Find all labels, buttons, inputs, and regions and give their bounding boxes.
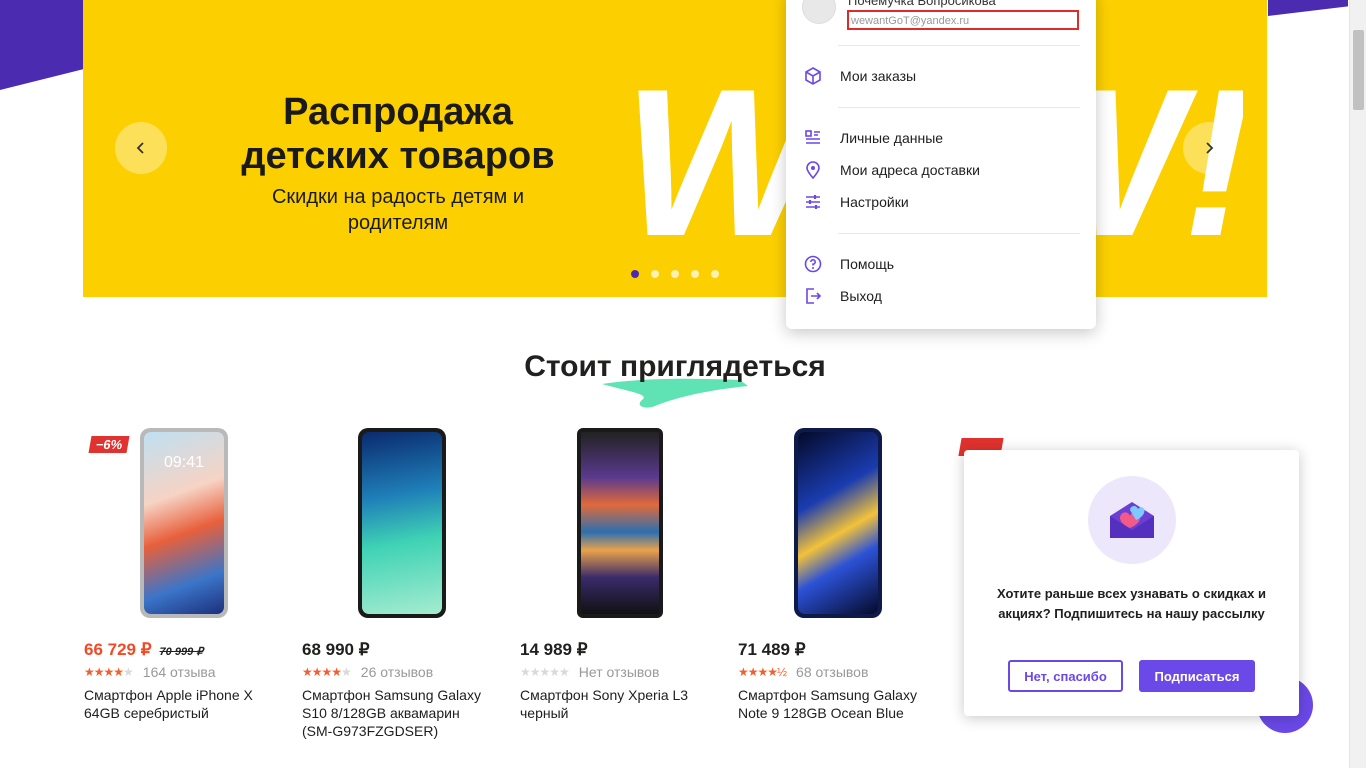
banner-dot[interactable] (711, 270, 719, 278)
product-image (520, 428, 720, 628)
header-decoration-left (0, 0, 90, 90)
menu-item-delivery-addresses[interactable]: Мои адреса доставки (802, 157, 1082, 183)
rating-row: ★★★★★ 26 отзывов (302, 664, 433, 680)
phone-image: 09:41 (140, 428, 228, 618)
reviews-count[interactable]: Нет отзывов (579, 664, 660, 680)
section-title: Стоит приглядеться (524, 350, 826, 383)
product-name[interactable]: Смартфон Samsung Galaxy Note 9 128GB Oce… (738, 686, 928, 722)
product-card[interactable]: 68 990 ₽ ★★★★★ 26 отзывов Смартфон Samsu… (302, 428, 502, 748)
rating-stars: ★★★★★ (84, 665, 134, 679)
menu-item-label: Выход (840, 288, 882, 304)
user-dropdown-menu: Почемучка Вопросикова wewantGoT@yandex.r… (786, 0, 1096, 329)
price-row: 66 729 ₽ 70 999 ₽ (84, 640, 203, 660)
product-name[interactable]: Смартфон Samsung Galaxy S10 8/128GB аква… (302, 686, 492, 740)
product-name[interactable]: Смартфон Apple iPhone X 64GB серебристый (84, 686, 274, 722)
user-name: Почемучка Вопросикова (848, 0, 996, 8)
phone-image (358, 428, 446, 618)
popup-message: Хотите раньше всех узнавать о скидках и … (997, 586, 1266, 621)
product-card[interactable]: 71 489 ₽ ★★★★½ 68 отзывов Смартфон Samsu… (738, 428, 938, 748)
product-price: 66 729 ₽ (84, 640, 152, 659)
product-old-price: 70 999 ₽ (159, 646, 204, 658)
product-price: 14 989 ₽ (520, 640, 588, 659)
menu-item-logout[interactable]: Выход (802, 283, 1082, 309)
rating-row: ★★★★½ 68 отзывов (738, 664, 868, 680)
menu-item-label: Мои адреса доставки (840, 162, 980, 178)
decline-button[interactable]: Нет, спасибо (1008, 660, 1123, 692)
menu-item-settings[interactable]: Настройки (802, 189, 1082, 215)
menu-item-label: Настройки (840, 194, 909, 210)
box-icon (802, 65, 824, 87)
banner-dot[interactable] (671, 270, 679, 278)
chevron-left-icon (136, 142, 144, 154)
rating-row: ★★★★★ Нет отзывов (520, 664, 659, 680)
subscribe-popup: Хотите раньше всех узнавать о скидках и … (964, 450, 1299, 716)
menu-item-help[interactable]: Помощь (802, 251, 1082, 277)
product-price: 68 990 ₽ (302, 640, 370, 659)
header-decoration-right (1268, 0, 1348, 16)
sliders-icon (802, 191, 824, 213)
banner-prev-button[interactable] (115, 122, 167, 174)
price-row: 68 990 ₽ (302, 640, 370, 660)
user-email: wewantGoT@yandex.ru (847, 10, 1079, 30)
banner-next-button[interactable] (1183, 122, 1235, 174)
phone-screen-time: 09:41 (163, 454, 205, 471)
menu-item-orders[interactable]: Мои заказы (802, 63, 1082, 89)
rating-stars: ★★★★★ (302, 665, 352, 679)
menu-divider (838, 107, 1080, 108)
product-card[interactable]: 14 989 ₽ ★★★★★ Нет отзывов Смартфон Sony… (520, 428, 720, 748)
chevron-right-icon (1206, 142, 1214, 154)
menu-item-personal-data[interactable]: Личные данные (802, 125, 1082, 151)
avatar (802, 0, 836, 24)
product-image (738, 428, 938, 628)
discount-badge: −6% (88, 436, 130, 453)
banner-dot[interactable] (651, 270, 659, 278)
menu-divider (838, 233, 1080, 234)
product-image (302, 428, 502, 628)
price-row: 14 989 ₽ (520, 640, 588, 660)
reviews-count[interactable]: 68 отзывов (796, 664, 868, 680)
rating-stars: ★★★★½ (738, 665, 787, 679)
banner-dot[interactable] (691, 270, 699, 278)
scrollbar[interactable] (1349, 0, 1366, 768)
envelope-hearts-icon (1088, 476, 1176, 564)
profile-list-icon (802, 127, 824, 149)
phone-image (577, 428, 663, 618)
phone-image (794, 428, 882, 618)
location-pin-icon (802, 159, 824, 181)
product-image: 09:41 (84, 428, 284, 628)
reviews-count[interactable]: 26 отзывов (361, 664, 433, 680)
banner-subtitle: Скидки на радость детям и родителям (271, 186, 524, 234)
menu-divider (838, 45, 1080, 46)
banner-dot[interactable] (631, 270, 639, 278)
logout-icon (802, 285, 824, 307)
menu-item-label: Личные данные (840, 130, 944, 146)
menu-item-label: Помощь (840, 256, 895, 272)
product-name[interactable]: Смартфон Sony Xperia L3 черный (520, 686, 710, 722)
scrollbar-thumb[interactable] (1353, 30, 1364, 110)
product-price: 71 489 ₽ (738, 640, 806, 659)
banner-title: Распродажа детских товаров (241, 91, 555, 177)
question-icon (802, 253, 824, 275)
reviews-count[interactable]: 164 отзыва (143, 664, 216, 680)
rating-row: ★★★★★ 164 отзыва (84, 664, 215, 680)
product-card[interactable]: 09:41 −6% 66 729 ₽ 70 999 ₽ ★★★★★ 164 от… (84, 428, 284, 748)
page: Распродажа детских товаров Скидки на рад… (0, 0, 1366, 768)
subscribe-button[interactable]: Подписаться (1139, 660, 1255, 692)
banner-pagination (631, 270, 719, 278)
rating-stars: ★★★★★ (520, 665, 570, 679)
price-row: 71 489 ₽ (738, 640, 806, 660)
menu-item-label: Мои заказы (840, 68, 917, 84)
